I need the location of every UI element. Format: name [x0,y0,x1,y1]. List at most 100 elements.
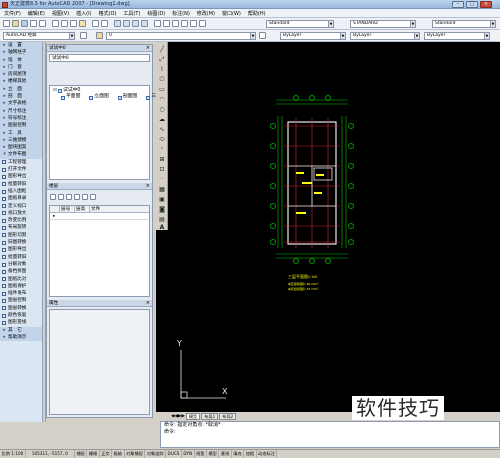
left-menu-item[interactable]: 图形切割 [0,232,42,239]
menu-view[interactable]: 视图(V) [52,10,69,17]
polyline-icon[interactable]: ⌇ [158,66,166,74]
toggle-osnap[interactable]: 对象捕捉 [125,450,146,458]
undo-icon[interactable] [92,20,99,27]
left-menu-item[interactable]: ▸ 尺寸标注 [0,107,42,115]
toggle-snap[interactable]: 捕捉 [75,450,88,458]
left-menu-item[interactable]: ▸ 轴网柱子 [0,49,42,57]
left-menu-item[interactable]: 图纸比对 [0,276,42,283]
left-menu-item[interactable]: 视口放大 [0,210,42,217]
toggle-bold[interactable]: 加粗 [244,450,257,458]
floor-tool-icon[interactable] [74,194,80,200]
properties-icon[interactable] [154,20,161,27]
left-menu-item[interactable]: ▾ 文件布图 [0,151,42,159]
left-menu-item[interactable]: ▸ 帮助演示 [0,333,42,342]
left-menu-item[interactable]: 插入图框 [0,188,42,195]
left-menu-item[interactable]: 图层控制 [0,297,42,304]
left-menu-item[interactable]: ▸ 文字表格 [0,100,42,108]
toggle-ortho[interactable]: 正交 [100,450,113,458]
print-icon[interactable] [30,20,37,27]
dim-style-select[interactable]: STANDARD ▼ [350,20,416,28]
tab-layout2[interactable]: 布局2 [219,412,237,420]
coordinate-readout[interactable]: 105311, -5157, 0 [26,450,75,458]
left-menu-item[interactable]: 工程管理 [0,159,42,166]
tab-scroll-icon[interactable]: ◀◀▶▶ [171,414,185,419]
left-menu-item[interactable]: 分解对象 [0,261,42,268]
gradient-icon[interactable]: ▣ [158,196,166,204]
left-menu-item[interactable]: ▸ 其 它 [0,326,42,334]
redo-icon[interactable] [101,20,108,27]
markup-icon[interactable] [181,20,188,27]
close-icon[interactable]: × [146,300,150,307]
app-icon[interactable] [2,1,8,8]
floor-tool-icon[interactable] [66,194,72,200]
left-menu-item[interactable]: 旧图转换 [0,239,42,246]
project-combo[interactable]: 试试中0 [49,54,150,62]
cut-icon[interactable] [52,20,59,27]
tab-layout1[interactable]: 布局1 [201,412,219,420]
left-menu-item[interactable]: 图形导出 [0,173,42,180]
left-menu-item[interactable]: ▸ 楼梯其他 [0,78,42,86]
revision-cloud-icon[interactable]: ☁ [158,116,166,124]
left-menu-item[interactable]: ▸ 图层控制 [0,122,42,130]
design-center-icon[interactable] [163,20,170,27]
menu-file[interactable]: 文件(F) [4,10,21,17]
ellipse-arc-icon[interactable]: ◜ [158,146,166,154]
left-menu-item[interactable]: ▸ 三维建模 [0,136,42,145]
linetype-select[interactable]: ByLayer ▼ [350,32,420,40]
layer-select[interactable]: 0 ▼ [106,32,256,40]
minimize-button[interactable]: – [452,1,464,8]
point-icon[interactable]: · [158,176,166,184]
tree-item[interactable]: 剖面图 [110,94,137,100]
zoom-previous-icon[interactable] [141,20,148,27]
left-menu-item[interactable]: ▸ 房间屋顶 [0,71,42,79]
region-icon[interactable]: ◙ [158,206,166,214]
floor-tool-icon[interactable] [58,194,64,200]
left-menu-item[interactable]: 布局旋转 [0,224,42,231]
left-menu-item[interactable]: 定义视口 [0,203,42,210]
make-block-icon[interactable]: ⊡ [158,166,166,174]
circle-icon[interactable]: ○ [158,106,166,114]
left-menu-item[interactable]: 图形变线 [0,319,42,326]
left-menu-item[interactable]: 图纸目录 [0,195,42,202]
calculator-icon[interactable] [190,20,197,27]
lineweight-select[interactable]: ByLayer ▼ [424,32,490,40]
left-menu-item[interactable]: ▸ 工 具 [0,129,42,137]
color-select[interactable]: ByLayer ▼ [280,32,346,40]
arc-icon[interactable]: ◠ [158,96,166,104]
polygon-icon[interactable]: ⬠ [158,76,166,84]
left-menu-item[interactable]: 改变比例 [0,217,42,224]
menu-help[interactable]: 帮助(H) [248,10,266,17]
menu-format[interactable]: 格式(O) [99,10,117,17]
toggle-polar[interactable]: 极轴 [112,450,125,458]
copy-icon[interactable] [61,20,68,27]
close-button[interactable]: × [480,1,492,8]
help-icon[interactable] [199,20,206,27]
menu-edit[interactable]: 编辑(E) [28,10,45,17]
workspace-settings-icon[interactable] [80,32,87,39]
preview-icon[interactable] [39,20,46,27]
floor-tool-icon[interactable] [90,194,96,200]
command-prompt[interactable]: 命令: [161,429,499,436]
left-menu-item[interactable]: ▸ 门 窗 [0,63,42,72]
maximize-button[interactable]: □ [466,1,478,8]
line-tool-icon[interactable]: ╱ [158,46,166,54]
left-menu-item[interactable]: 批量转旧 [0,181,42,188]
rectangle-icon[interactable]: ▭ [158,86,166,94]
tab-model[interactable]: 模型 [185,412,201,420]
left-menu-item[interactable]: 插件发布 [0,290,42,297]
left-menu-item[interactable]: ▸ 图块图案 [0,144,42,152]
zoom-window-icon[interactable] [132,20,139,27]
toggle-grid[interactable]: 栅格 [87,450,100,458]
tree-item[interactable]: 平面图 [53,94,80,100]
close-icon[interactable]: × [146,45,150,52]
command-window[interactable]: 命令: 指定对角点: *取消* 命令: [160,421,500,448]
menu-tools[interactable]: 工具(T) [123,10,140,17]
left-menu-item[interactable]: 打开文件 [0,166,42,173]
new-file-icon[interactable] [3,20,10,27]
drawing-area[interactable]: 三层平面图 1:100 本层建筑面积: 86.24m² 本层使用面积: 63.7… [156,42,500,412]
insert-block-icon[interactable]: ⊞ [158,156,166,164]
open-folder-icon[interactable] [12,20,19,27]
table-style-select[interactable]: Standard ▼ [432,20,496,28]
toggle-baseline[interactable]: 基线 [219,450,232,458]
left-menu-item[interactable]: ▸ 墙 体 [0,56,42,64]
